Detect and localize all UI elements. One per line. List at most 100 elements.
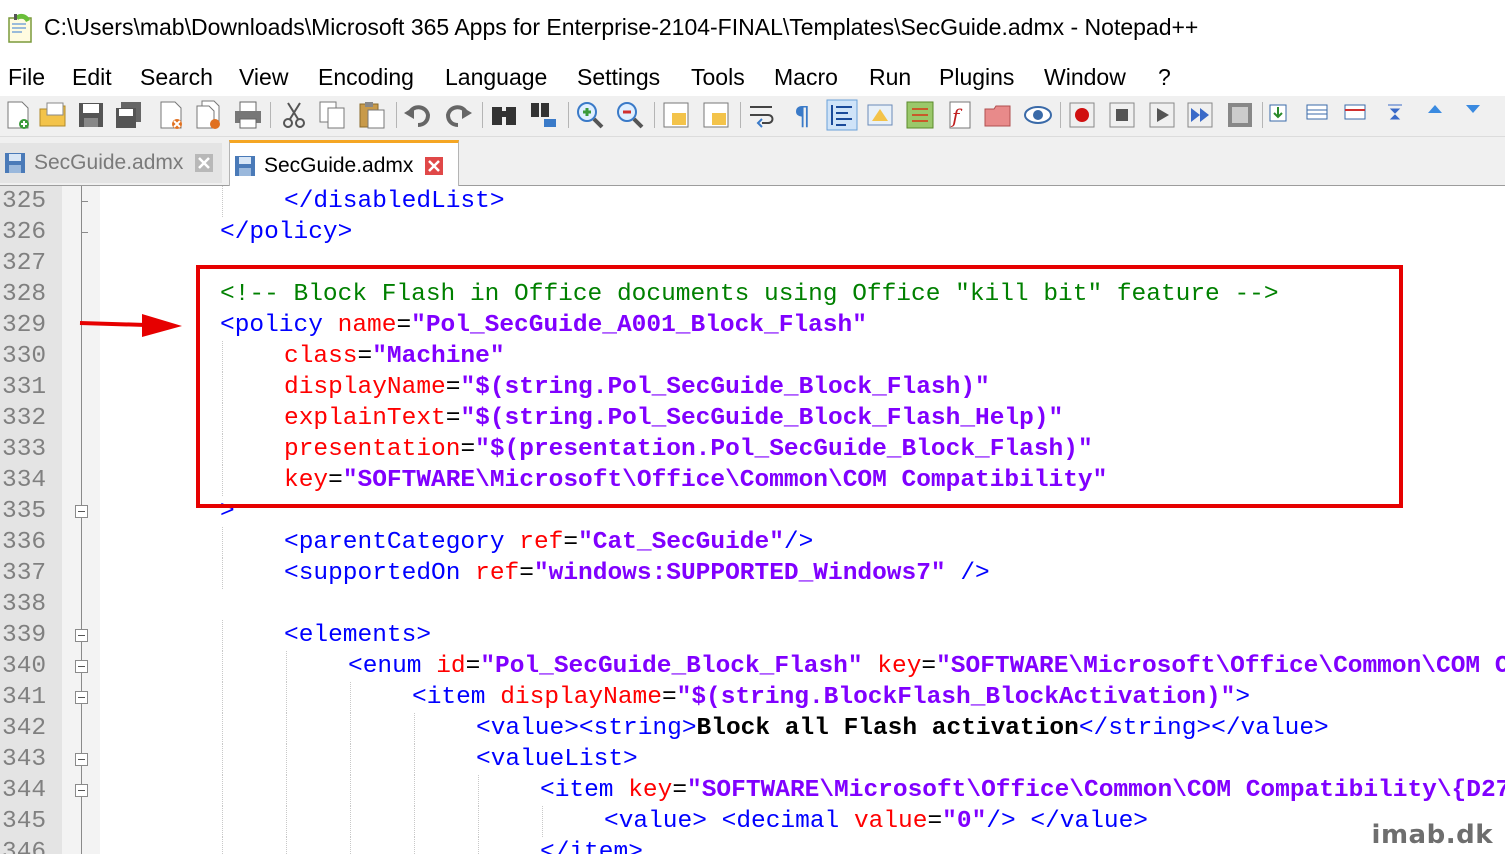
fold-toggle-icon[interactable] xyxy=(75,784,88,797)
toolbar-separator xyxy=(1060,102,1061,128)
fold-toggle-icon[interactable] xyxy=(75,505,88,518)
code-line[interactable]: 342 <value><string>Block all Flash activa… xyxy=(0,713,1505,744)
play-macro-icon[interactable] xyxy=(1146,99,1178,131)
function-list-icon[interactable]: f xyxy=(944,99,976,131)
save-all-icon[interactable] xyxy=(113,99,145,131)
code-line[interactable]: 339 <elements> xyxy=(0,620,1505,651)
line-number: 341 xyxy=(2,684,47,711)
arrow-down-icon[interactable] xyxy=(1460,99,1486,131)
close-tab-icon[interactable] xyxy=(195,154,214,172)
sync-horizontal-icon[interactable] xyxy=(700,99,732,131)
code-line[interactable]: 325 </disabledList> xyxy=(0,186,1505,217)
menu-encoding[interactable]: Encoding xyxy=(318,64,414,91)
menu-language[interactable]: Language xyxy=(445,64,547,91)
menu-window[interactable]: Window xyxy=(1044,64,1126,91)
tab-secguide-inactive[interactable]: SecGuide.admx xyxy=(0,143,222,183)
menu-settings[interactable]: Settings xyxy=(577,64,660,91)
show-all-chars-icon[interactable]: ¶ xyxy=(786,99,818,131)
line-number: 346 xyxy=(2,839,47,854)
close-all-icon[interactable] xyxy=(193,99,225,131)
toolbar-separator xyxy=(396,102,397,128)
replace-icon[interactable] xyxy=(528,99,560,131)
menu-search[interactable]: Search xyxy=(140,64,213,91)
compare-next-icon[interactable] xyxy=(1342,99,1368,131)
menu-view[interactable]: View xyxy=(239,64,288,91)
menu-macro[interactable]: Macro xyxy=(774,64,838,91)
code-line[interactable]: 341 <item displayName="$(string.BlockFlas… xyxy=(0,682,1505,713)
menu-tools[interactable]: Tools xyxy=(691,64,745,91)
indent-guide xyxy=(222,558,223,589)
code-line[interactable]: 338 xyxy=(0,589,1505,620)
paste-icon[interactable] xyxy=(356,99,388,131)
run-macro-multiple-icon[interactable] xyxy=(1184,99,1216,131)
title-bar: C:\Users\mab\Downloads\Microsoft 365 App… xyxy=(0,0,1505,58)
notepad-plus-plus-icon xyxy=(8,13,32,43)
fold-toggle-icon[interactable] xyxy=(75,660,88,673)
open-file-icon[interactable] xyxy=(37,99,69,131)
line-number: 325 xyxy=(2,188,47,215)
indent-guide-icon[interactable] xyxy=(826,99,858,131)
syntax-token-eq: = xyxy=(927,808,943,835)
indent-guide xyxy=(222,527,223,558)
menu-help[interactable]: ? xyxy=(1158,64,1171,91)
compare-icon[interactable] xyxy=(1304,99,1330,131)
find-icon[interactable] xyxy=(488,99,520,131)
menu-plugins[interactable]: Plugins xyxy=(939,64,1014,91)
line-number: 340 xyxy=(2,653,47,680)
redo-icon[interactable] xyxy=(442,99,474,131)
code-line[interactable]: 340 <enum id="Pol_SecGuide_Block_Flash" k… xyxy=(0,651,1505,682)
save-macro-icon[interactable] xyxy=(1224,99,1256,131)
monitoring-icon[interactable] xyxy=(1022,99,1054,131)
fold-toggle-icon[interactable] xyxy=(75,629,88,642)
syntax-token-attr: key xyxy=(628,777,673,804)
close-tab-icon[interactable] xyxy=(425,156,444,175)
new-file-icon[interactable] xyxy=(2,99,34,131)
undo-icon[interactable] xyxy=(402,99,434,131)
record-macro-icon[interactable] xyxy=(1066,99,1098,131)
word-wrap-icon[interactable] xyxy=(746,99,778,131)
toolbar-separator xyxy=(740,102,741,128)
fold-toggle-icon[interactable] xyxy=(75,753,88,766)
fold-toggle-icon[interactable] xyxy=(75,691,88,704)
arrow-up-icon[interactable] xyxy=(1422,99,1448,131)
bookmark-icon[interactable] xyxy=(1266,99,1290,131)
red-arrow-icon xyxy=(79,314,182,337)
indent-guide xyxy=(222,837,223,854)
doc-map-icon[interactable] xyxy=(904,99,936,131)
print-icon[interactable] xyxy=(232,99,264,131)
code-line[interactable]: 344 <item key="SOFTWARE\Microsoft\Office\… xyxy=(0,775,1505,806)
menu-edit[interactable]: Edit xyxy=(72,64,112,91)
zoom-out-icon[interactable] xyxy=(614,99,646,131)
code-line[interactable]: 345 <value> <decimal value="0"/> </value> xyxy=(0,806,1505,837)
syntax-token-tag: <parentCategory xyxy=(284,529,520,556)
syntax-token-tag: <elements> xyxy=(284,622,432,649)
syntax-token-val: "windows:SUPPORTED_Windows7" xyxy=(533,560,946,587)
code-line[interactable]: 343 <valueList> xyxy=(0,744,1505,775)
save-icon[interactable] xyxy=(75,99,107,131)
close-icon[interactable] xyxy=(155,99,187,131)
syntax-token-tag: </disabledList> xyxy=(284,188,505,215)
folder-workspace-icon[interactable] xyxy=(982,99,1014,131)
saved-file-icon xyxy=(5,153,25,173)
compare-first-icon[interactable] xyxy=(1382,99,1408,131)
code-line[interactable]: 336 <parentCategory ref="Cat_SecGuide"/> xyxy=(0,527,1505,558)
code-text: <enum id="Pol_SecGuide_Block_Flash" key=… xyxy=(348,651,1505,682)
code-line[interactable]: 346 </item> xyxy=(0,837,1505,854)
syntax-token-attr: ref xyxy=(519,529,564,556)
tab-secguide-active[interactable]: SecGuide.admx xyxy=(229,140,459,188)
udl-icon[interactable] xyxy=(864,99,896,131)
menu-file[interactable]: File xyxy=(8,64,45,91)
indent-guide xyxy=(350,806,351,837)
code-line[interactable]: 337 <supportedOn ref="windows:SUPPORTED_W… xyxy=(0,558,1505,589)
code-line[interactable]: 326 </policy> xyxy=(0,217,1505,248)
cut-icon[interactable] xyxy=(278,99,310,131)
menu-run[interactable]: Run xyxy=(869,64,911,91)
sync-vertical-icon[interactable] xyxy=(660,99,692,131)
syntax-token-tag: /> </value> xyxy=(986,808,1149,835)
syntax-token-val: "Pol_SecGuide_Block_Flash" xyxy=(480,653,863,680)
stop-macro-icon[interactable] xyxy=(1106,99,1138,131)
copy-icon[interactable] xyxy=(316,99,348,131)
syntax-token-eq: = xyxy=(519,560,534,587)
zoom-in-icon[interactable] xyxy=(574,99,606,131)
syntax-token-attr: displayName xyxy=(500,684,662,711)
